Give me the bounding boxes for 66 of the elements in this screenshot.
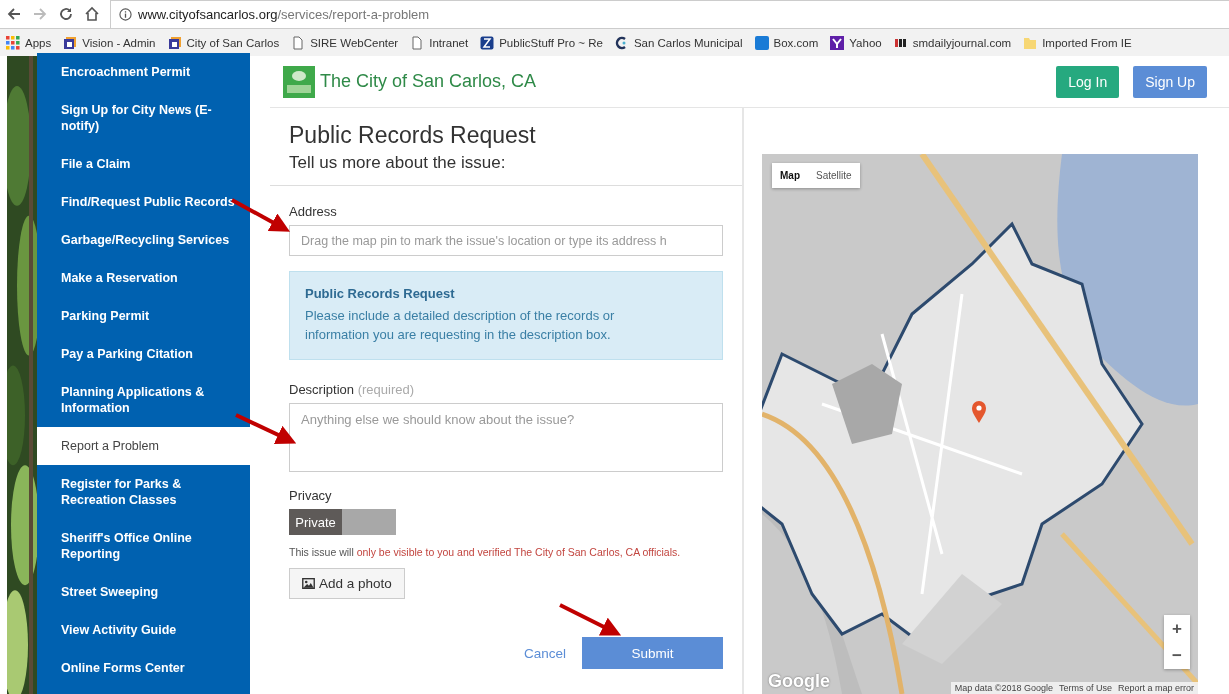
field-label: Privacy <box>289 488 332 503</box>
box-logo-icon <box>754 35 769 50</box>
bookmark[interactable]: City of San Carlos <box>167 35 280 50</box>
map-pin-icon <box>971 400 987 424</box>
cube-icon <box>167 35 182 50</box>
site-title: The City of San Carlos, CA <box>320 71 537 92</box>
sidebar-item[interactable]: File a Claim <box>37 145 250 183</box>
url-path: /services/report-a-problem <box>277 7 430 22</box>
sidebar-item[interactable]: Sign Up for City News (E-notify) <box>37 91 250 145</box>
bookmark[interactable]: Imported From IE <box>1023 35 1132 50</box>
address-field[interactable]: Drag the map pin to mark the issue's location or type its address h <box>289 225 723 256</box>
sidebar-item[interactable]: View Activity Guide <box>37 611 250 649</box>
field-label: Description <box>289 382 355 397</box>
bookmark[interactable]: Yahoo <box>830 35 882 50</box>
sidebar-item[interactable]: Encroachment Permit <box>37 53 250 91</box>
attribution-link[interactable]: Map data ©2018 Google <box>954 683 1053 693</box>
url-domain: www.cityofsancarlos.org <box>138 7 278 22</box>
privacy-note: This issue will only be visible to you and verified The City of San Carlos, CA officials. <box>289 546 681 558</box>
notice-text: Please include a detailed description of the records or information you are requesting in the description box. <box>305 307 616 344</box>
add-photo-button[interactable]: Add a photo <box>289 568 405 599</box>
bookmark[interactable]: Intranet <box>410 35 469 50</box>
bookmark[interactable]: Box.com <box>754 35 819 50</box>
back-icon[interactable] <box>6 6 22 22</box>
sidebar-item[interactable]: Make a Reservation <box>37 259 250 297</box>
sidebar-item[interactable]: Pay a Parking Citation <box>37 335 250 373</box>
zoom-in-button[interactable]: + <box>1164 615 1190 642</box>
sidebar-item[interactable]: Parking Permit <box>37 297 250 335</box>
image-icon <box>302 578 315 589</box>
bookmark[interactable]: Apps <box>6 35 52 50</box>
logo-icon <box>283 65 315 98</box>
sidebar-item[interactable]: Register for Parks & Recreation Classes <box>37 465 250 519</box>
zoom-out-button[interactable]: − <box>1164 642 1190 669</box>
sidebar-item[interactable]: Online Forms Center <box>37 649 250 687</box>
grid-icon <box>6 35 20 50</box>
page-icon <box>291 35 306 50</box>
map-type-tab[interactable]: Map <box>772 163 808 188</box>
sidebar-item[interactable]: Sheriff's Office Online Reporting <box>37 519 250 573</box>
reload-icon[interactable] <box>58 6 74 22</box>
bookmark[interactable]: SIRE WebCenter <box>291 35 399 50</box>
sidebar-item[interactable]: Garbage/Recycling Services <box>37 221 250 259</box>
attribution-link[interactable]: Terms of Use <box>1058 683 1112 693</box>
required-hint: (required) <box>357 382 414 397</box>
annotation-arrow <box>559 603 622 636</box>
form-subtitle: Tell us more about the issue: <box>289 153 507 173</box>
attribution-link[interactable]: Report a map error <box>1117 683 1194 693</box>
page-icon <box>410 35 425 50</box>
bookmark[interactable]: smdailyjournal.com <box>893 35 1012 50</box>
folder-icon <box>1023 35 1038 50</box>
notice-title: Public Records Request <box>305 286 456 301</box>
home-icon[interactable] <box>84 6 100 22</box>
sidebar-item[interactable]: Street Sweeping <box>37 573 250 611</box>
description-field[interactable]: Anything else we should know about the issue? <box>289 403 723 472</box>
info-icon[interactable] <box>119 8 132 21</box>
bookmark[interactable]: Vision - Admin <box>63 35 156 50</box>
cube-icon <box>63 35 78 50</box>
yahoo-icon <box>830 35 845 50</box>
bookmark[interactable]: PublicStuff Pro ~ Re <box>480 35 603 50</box>
sidebar-item[interactable]: Find/Request Public Records <box>37 183 250 221</box>
bookmark[interactable]: San Carlos Municipal <box>614 35 743 50</box>
sidebar-item[interactable]: Planning Applications & Information <box>37 373 250 427</box>
sidebar-item[interactable]: Report a Problem <box>37 427 250 465</box>
privacy-toggle[interactable]: Private <box>289 509 396 535</box>
annotation-arrow <box>235 413 297 444</box>
field-label: Address <box>289 204 337 219</box>
map-type-tab[interactable]: Satellite <box>808 163 860 188</box>
form-title: Public Records Request <box>289 122 537 149</box>
